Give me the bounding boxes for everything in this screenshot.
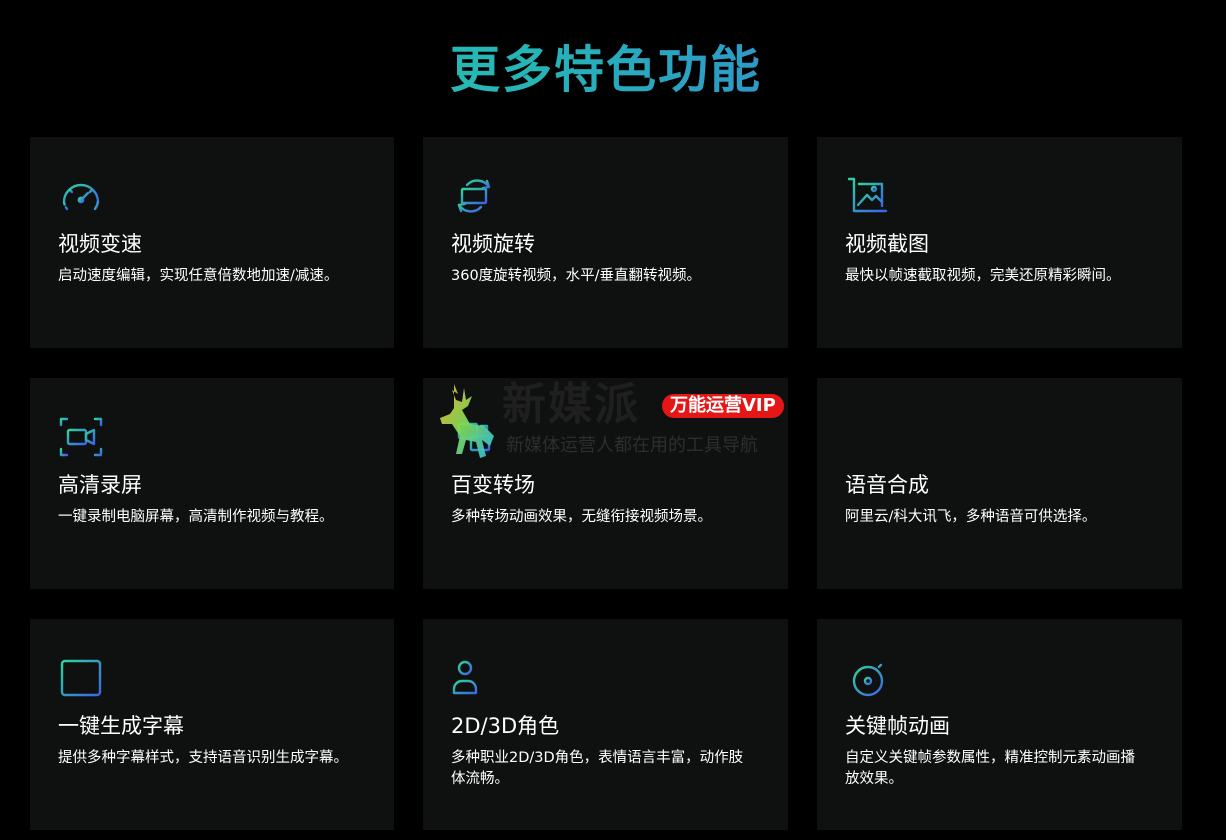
screen-record-icon [58, 414, 104, 460]
feature-title: 2D/3D角色 [451, 714, 560, 738]
feature-desc: 提供多种字幕样式，支持语音识别生成字幕。 [58, 750, 348, 766]
feature-title: 语音合成 [845, 473, 929, 497]
feature-card-video-speed[interactable]: 视频变速 启动速度编辑，实现任意倍数地加速/减速。 [30, 137, 394, 348]
transition-icon [451, 414, 497, 460]
feature-title: 视频截图 [845, 232, 929, 256]
feature-card-auto-subtitles[interactable]: 一键生成字幕 提供多种字幕样式，支持语音识别生成字幕。 [30, 619, 394, 830]
feature-title: 视频变速 [58, 232, 142, 256]
feature-desc: 多种转场动画效果，无缝衔接视频场景。 [451, 509, 712, 525]
feature-desc: 多种职业2D/3D角色，表情语言丰富，动作肢体流畅。 [451, 750, 744, 787]
rotate-icon [451, 173, 497, 219]
feature-title: 高清录屏 [58, 473, 142, 497]
feature-desc: 360度旋转视频，水平/垂直翻转视频。 [451, 268, 702, 284]
feature-title: 关键帧动画 [845, 714, 950, 738]
crop-image-icon [845, 173, 891, 219]
text-box-icon [58, 655, 104, 701]
stopwatch-icon [845, 655, 891, 701]
feature-card-2d3d-characters[interactable]: 2D/3D角色 多种职业2D/3D角色，表情语言丰富，动作肢体流畅。 [423, 619, 788, 830]
feature-card-video-screenshot[interactable]: 视频截图 最快以帧速截取视频，完美还原精彩瞬间。 [817, 137, 1182, 348]
feature-card-hd-screen-record[interactable]: 高清录屏 一键录制电脑屏幕，高清制作视频与教程。 [30, 378, 394, 589]
feature-title: 视频旋转 [451, 232, 535, 256]
character-icon [451, 655, 497, 701]
feature-title: 一键生成字幕 [58, 714, 184, 738]
page-title: 更多特色功能 [0, 38, 1212, 102]
feature-card-transition[interactable]: 百变转场 多种转场动画效果，无缝衔接视频场景。 [423, 378, 788, 589]
feature-desc: 自定义关键帧参数属性，精准控制元素动画播放效果。 [845, 750, 1135, 787]
feature-grid: 视频变速 启动速度编辑，实现任意倍数地加速/减速。 视频旋转 360度旋转视频，… [30, 137, 1182, 830]
speedometer-icon [58, 173, 104, 219]
feature-desc: 阿里云/科大讯飞，多种语音可供选择。 [845, 509, 1097, 525]
voice-waveform-icon [845, 414, 891, 460]
feature-card-speech-synthesis[interactable]: 语音合成 阿里云/科大讯飞，多种语音可供选择。 [817, 378, 1182, 589]
feature-title: 百变转场 [451, 473, 535, 497]
page: 更多特色功能 视频变速 启动速度编辑，实现任意倍数地加速/减速。 视频旋转 36… [0, 0, 1226, 840]
feature-desc: 一键录制电脑屏幕，高清制作视频与教程。 [58, 509, 334, 525]
feature-desc: 最快以帧速截取视频，完美还原精彩瞬间。 [845, 268, 1121, 284]
feature-card-keyframe-animation[interactable]: 关键帧动画 自定义关键帧参数属性，精准控制元素动画播放效果。 [817, 619, 1182, 830]
feature-card-video-rotate[interactable]: 视频旋转 360度旋转视频，水平/垂直翻转视频。 [423, 137, 788, 348]
feature-desc: 启动速度编辑，实现任意倍数地加速/减速。 [58, 268, 339, 284]
